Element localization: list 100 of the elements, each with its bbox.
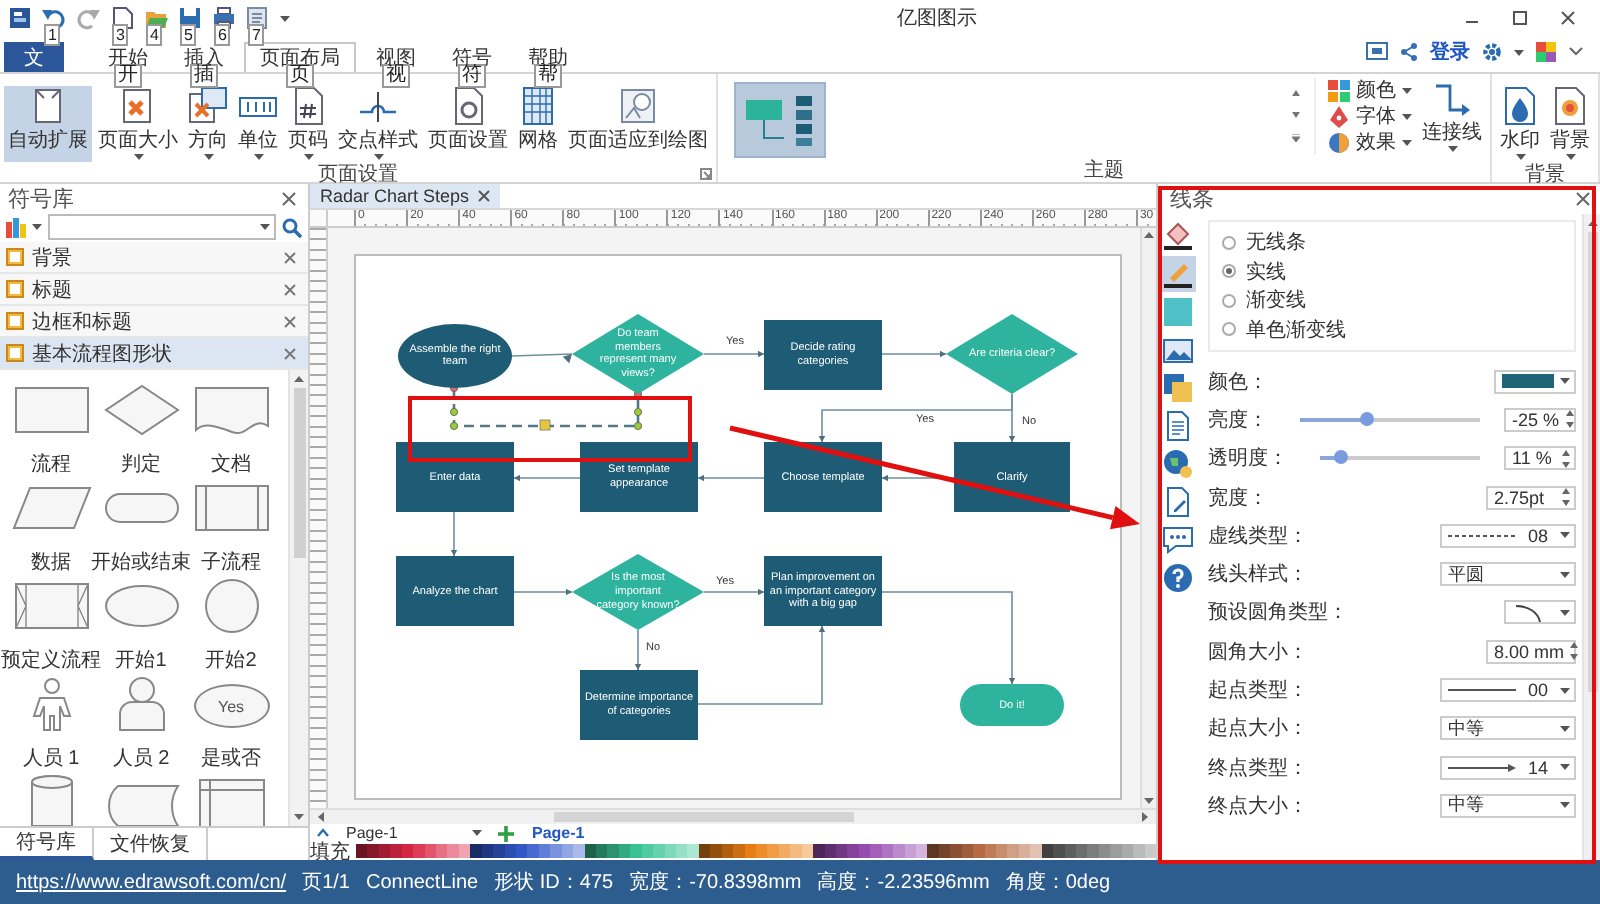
category-item[interactable]: 背景 xyxy=(0,242,308,274)
scroll-down-icon[interactable] xyxy=(294,814,304,820)
spin-field[interactable]: -25 % xyxy=(1504,407,1576,432)
app-icon[interactable] xyxy=(8,6,32,30)
scroll-right-icon[interactable] xyxy=(1142,812,1148,823)
ribbon-button[interactable]: 方向 xyxy=(184,86,232,162)
library-icon[interactable] xyxy=(6,217,26,237)
process-shape[interactable] xyxy=(11,382,91,438)
line-style-dropdown[interactable]: 08 xyxy=(1440,523,1576,548)
panel-tab[interactable] xyxy=(1160,218,1196,254)
dialog-launcher-icon[interactable] xyxy=(700,168,712,180)
slider[interactable] xyxy=(1300,417,1480,422)
add-page-icon[interactable] xyxy=(498,825,514,841)
radio-button[interactable] xyxy=(1222,235,1236,250)
radio-button[interactable] xyxy=(1222,264,1236,279)
connector[interactable] xyxy=(1008,393,1016,444)
scroll-up-icon[interactable] xyxy=(1292,90,1300,96)
maximize-icon[interactable] xyxy=(1512,10,1528,26)
ribbon-button[interactable]: 连接线 xyxy=(1418,78,1486,154)
spin-field[interactable]: 2.75pt xyxy=(1486,485,1576,510)
more-icon[interactable] xyxy=(1292,134,1300,142)
subprocess-shape[interactable] xyxy=(191,480,271,536)
dropdown[interactable]: 中等 xyxy=(1440,793,1576,818)
connector[interactable] xyxy=(697,475,765,482)
scrollbar-thumb[interactable] xyxy=(554,812,854,823)
collapse-icon[interactable] xyxy=(1568,46,1584,58)
dropdown[interactable]: 中等 xyxy=(1440,716,1576,741)
category-item[interactable]: 边框和标题 xyxy=(0,306,308,338)
color-dropdown[interactable] xyxy=(1494,369,1576,394)
spin-field[interactable]: 8.00 mm xyxy=(1486,639,1576,664)
slider[interactable] xyxy=(1320,456,1480,461)
spin-field[interactable]: 11 % xyxy=(1504,446,1576,471)
ribbon-button[interactable]: 字体 xyxy=(1324,104,1416,128)
puzzle-icon[interactable] xyxy=(1536,42,1556,62)
panel-tab[interactable]: 符号库 xyxy=(0,828,94,860)
panel-tab[interactable] xyxy=(1160,256,1196,292)
ribbon-button[interactable]: 自动扩展 xyxy=(4,86,92,162)
screen-icon[interactable] xyxy=(1366,42,1388,62)
ribbon-button[interactable]: 颜色 xyxy=(1324,78,1416,102)
search-field[interactable] xyxy=(48,214,276,240)
ribbon-button[interactable]: 水印 xyxy=(1496,86,1544,162)
line-style-dropdown[interactable]: 00 xyxy=(1440,678,1576,703)
connector[interactable] xyxy=(634,629,642,672)
close-icon[interactable] xyxy=(1576,192,1590,206)
dropdown[interactable]: 平圆 xyxy=(1440,562,1576,587)
website-link[interactable]: https://www.edrawsoft.com/cn/ xyxy=(16,871,287,893)
decision-shape[interactable] xyxy=(101,382,181,438)
ribbon-button[interactable]: 页码 xyxy=(284,86,332,162)
close-icon[interactable] xyxy=(284,251,296,263)
theme-thumbnail[interactable] xyxy=(734,82,826,158)
scrollbar-thumb[interactable] xyxy=(293,388,305,558)
scroll-up-icon[interactable] xyxy=(294,376,304,382)
connector[interactable] xyxy=(881,351,947,358)
connector[interactable] xyxy=(513,589,573,596)
document-shape[interactable] xyxy=(191,382,271,438)
ribbon-button[interactable]: 网格 xyxy=(514,86,562,162)
corner-style-dropdown[interactable] xyxy=(1504,600,1576,625)
scroll-left-icon[interactable] xyxy=(318,812,324,823)
search-icon[interactable] xyxy=(282,217,302,237)
close-icon[interactable] xyxy=(477,190,490,202)
yes-no-shape[interactable]: Yes xyxy=(193,684,269,728)
share-icon[interactable] xyxy=(1400,42,1418,62)
document-tab[interactable]: Radar Chart Steps xyxy=(310,184,500,208)
radio-button[interactable] xyxy=(1222,293,1236,308)
connector[interactable] xyxy=(450,384,642,432)
ribbon-button[interactable]: 效果 xyxy=(1324,130,1416,154)
close-icon[interactable] xyxy=(282,191,296,205)
file-tab[interactable]: 文 xyxy=(4,42,64,72)
ribbon-button[interactable]: 单位 xyxy=(234,86,282,162)
ribbon-button[interactable]: 交点样式 xyxy=(334,86,422,162)
slider-thumb[interactable] xyxy=(1333,450,1348,465)
slider-thumb[interactable] xyxy=(1359,411,1374,426)
connector[interactable] xyxy=(450,511,458,558)
category-item[interactable]: 标题 xyxy=(0,274,308,306)
scrollbar-thumb[interactable] xyxy=(1587,232,1597,692)
scroll-down-icon[interactable] xyxy=(1292,112,1300,118)
ribbon-button[interactable]: 页面设置 xyxy=(424,86,512,162)
page-tab[interactable]: Page-1 xyxy=(526,824,591,842)
connector[interactable] xyxy=(513,475,581,482)
ribbon-button[interactable]: 背景 xyxy=(1546,86,1594,162)
close-icon[interactable] xyxy=(1560,10,1576,26)
connector[interactable] xyxy=(703,589,765,596)
close-icon[interactable] xyxy=(284,315,296,327)
chevron-up-icon[interactable] xyxy=(316,828,330,838)
login-link[interactable]: 登录 xyxy=(1430,38,1470,66)
connector[interactable] xyxy=(511,353,573,364)
close-icon[interactable] xyxy=(284,283,296,295)
ribbon-button[interactable]: 页面适应到绘图 xyxy=(564,86,712,162)
line-style-dropdown[interactable]: 14 xyxy=(1440,755,1576,780)
category-item[interactable]: 基本流程图形状 xyxy=(0,338,308,370)
connector[interactable] xyxy=(703,351,765,358)
color-palette[interactable] xyxy=(356,844,1156,858)
predefined-shape[interactable] xyxy=(11,578,91,634)
ribbon-button[interactable]: 页面大小 xyxy=(94,86,182,162)
undo-icon[interactable] xyxy=(42,6,66,30)
radio-button[interactable] xyxy=(1222,322,1236,337)
close-icon[interactable] xyxy=(284,347,296,359)
gear-icon[interactable] xyxy=(1482,42,1502,62)
page-dropdown[interactable]: Page-1 xyxy=(342,825,486,841)
scroll-up-icon[interactable] xyxy=(1587,220,1597,226)
